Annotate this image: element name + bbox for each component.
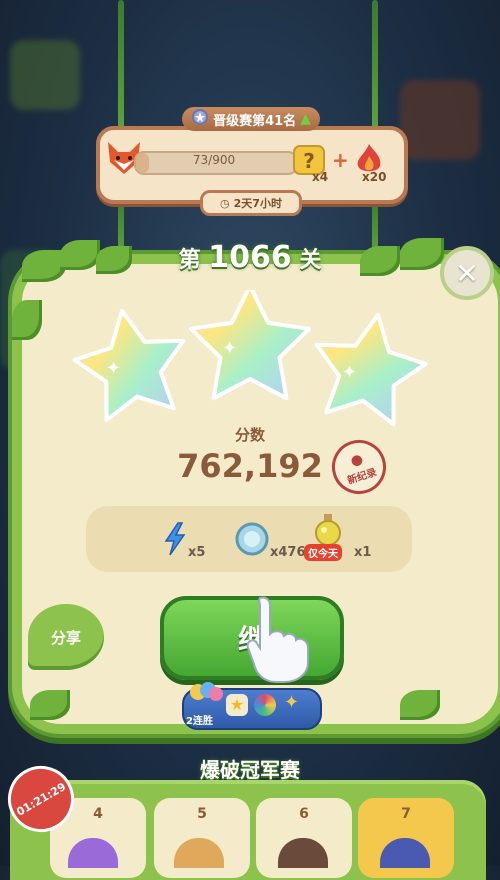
star-icon bbox=[72, 308, 186, 423]
streak-star-icon: ★ bbox=[226, 694, 248, 716]
share-label: 分享 bbox=[50, 628, 81, 647]
win-streak-label: 2连胜 bbox=[186, 716, 213, 727]
star-icon bbox=[189, 290, 311, 401]
up-arrow-icon: ▲ bbox=[300, 111, 311, 127]
potion-icon bbox=[315, 514, 341, 546]
rewards-bar: x5 x4762 仅今天 x1 bbox=[86, 506, 412, 572]
tournament-title: 爆破冠军赛 bbox=[200, 758, 300, 782]
medal-icon bbox=[191, 108, 209, 130]
background-tile bbox=[10, 40, 80, 110]
tournament-countdown-text: 01:21:29 bbox=[14, 779, 68, 819]
pointing-hand-icon bbox=[246, 596, 309, 683]
leaf-decoration bbox=[96, 246, 132, 274]
close-button[interactable]: ✕ bbox=[440, 246, 494, 300]
ranking-progress-text: 73/900 bbox=[192, 153, 236, 167]
today-only-tag: 仅今天 bbox=[304, 544, 342, 561]
ranking-title-text: 晋级赛第41名 bbox=[213, 113, 297, 129]
sparkle-icon: ✦ bbox=[222, 338, 237, 359]
ranking-timer-text: 2天7小时 bbox=[233, 197, 282, 210]
ranking-timer: ◷ 2天7小时 bbox=[200, 190, 302, 216]
leaf-decoration bbox=[60, 240, 100, 270]
leaf-decoration bbox=[400, 238, 444, 270]
background-tile bbox=[400, 80, 480, 160]
score-value: 762,192 bbox=[177, 447, 323, 485]
level-title: 第 1066 关 bbox=[150, 240, 350, 275]
reward-lightning: x5 bbox=[162, 506, 205, 572]
streak-shell-icon bbox=[254, 694, 276, 716]
score-label: 分数 bbox=[234, 426, 265, 444]
leaf-decoration bbox=[30, 690, 70, 720]
reward-potion-count: x1 bbox=[354, 544, 372, 560]
sparkle-icon: ✦ bbox=[106, 358, 121, 379]
vine bbox=[372, 0, 378, 130]
star-icon bbox=[314, 312, 428, 427]
leaf-decoration bbox=[400, 690, 440, 720]
vine bbox=[118, 0, 124, 130]
coin-icon bbox=[235, 522, 269, 556]
reward-coin: x4762 bbox=[234, 506, 315, 572]
level-prefix: 第 bbox=[178, 248, 201, 273]
new-record-text: 新纪录 bbox=[346, 466, 379, 487]
share-button[interactable]: 分享 bbox=[28, 604, 104, 670]
plus-icon: + bbox=[332, 148, 349, 172]
sparkle-icon: ✦ bbox=[342, 362, 357, 383]
reward-potion: 仅今天 x1 bbox=[304, 506, 372, 572]
leaf-decoration bbox=[360, 246, 400, 276]
reward-lightning-count: x5 bbox=[188, 544, 206, 560]
lightning-icon bbox=[164, 522, 186, 556]
level-suffix: 关 bbox=[299, 248, 322, 273]
balloons-icon bbox=[190, 682, 223, 701]
leaf-decoration bbox=[12, 300, 42, 340]
streak-wand-icon: ✦ bbox=[284, 692, 300, 713]
fire-count: x20 bbox=[362, 170, 387, 184]
ranking-title: 晋级赛第41名 ▲ bbox=[182, 107, 320, 131]
clock-icon: ◷ bbox=[220, 196, 230, 210]
level-number: 1066 bbox=[208, 240, 292, 275]
close-icon: ✕ bbox=[455, 256, 479, 290]
mystery-box-count: x4 bbox=[312, 170, 329, 184]
